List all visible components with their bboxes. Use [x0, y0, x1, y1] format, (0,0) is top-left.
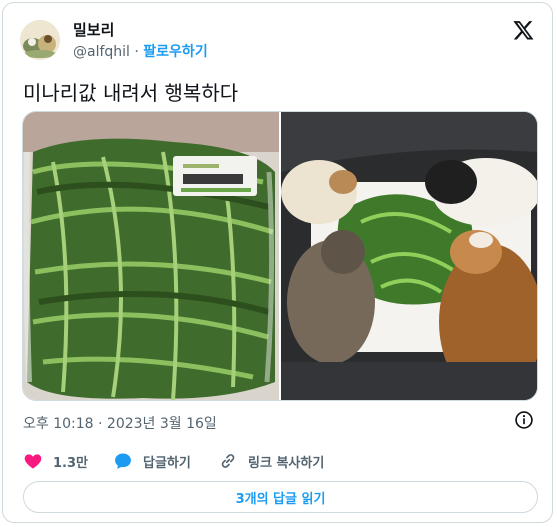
tweet-timestamp[interactable]: 오후 10:18 · 2023년 3월 16일 — [23, 413, 217, 433]
tweet-media[interactable] — [22, 111, 538, 401]
reply-button[interactable]: 답글하기 — [113, 451, 191, 471]
tweet-actions: 1.3만 답글하기 링크 복사하기 — [23, 451, 543, 473]
reply-bubble-icon — [115, 453, 131, 469]
reply-label: 답글하기 — [143, 455, 191, 471]
x-logo-icon[interactable] — [512, 19, 535, 41]
guinea-pigs-photo[interactable] — [281, 112, 537, 401]
author-handle[interactable]: @alfqhil — [73, 44, 130, 60]
info-icon[interactable] — [514, 410, 534, 430]
read-replies-button[interactable]: 3개의 답글 읽기 — [23, 481, 538, 513]
like-button[interactable]: 1.3만 — [23, 451, 88, 471]
link-icon — [221, 454, 235, 468]
tweet-text: 미나리값 내려서 행복하다 — [23, 81, 239, 105]
tweet-card: 밀보리 @alfqhil · 팔로우하기 미나리값 내려서 행복하다 오후 10… — [2, 2, 553, 523]
minari-bag-photo[interactable] — [23, 112, 279, 401]
copy-link-button[interactable]: 링크 복사하기 — [218, 451, 324, 471]
separator-dot: · — [134, 44, 139, 60]
follow-button[interactable]: 팔로우하기 — [143, 44, 207, 60]
avatar[interactable] — [20, 20, 60, 60]
avatar-image — [20, 20, 60, 60]
like-count: 1.3만 — [53, 455, 88, 471]
copy-link-label: 링크 복사하기 — [248, 455, 325, 471]
author-display-name[interactable]: 밀보리 — [73, 19, 114, 40]
heart-icon — [24, 454, 42, 469]
author-handle-row: @alfqhil · 팔로우하기 — [73, 41, 208, 61]
